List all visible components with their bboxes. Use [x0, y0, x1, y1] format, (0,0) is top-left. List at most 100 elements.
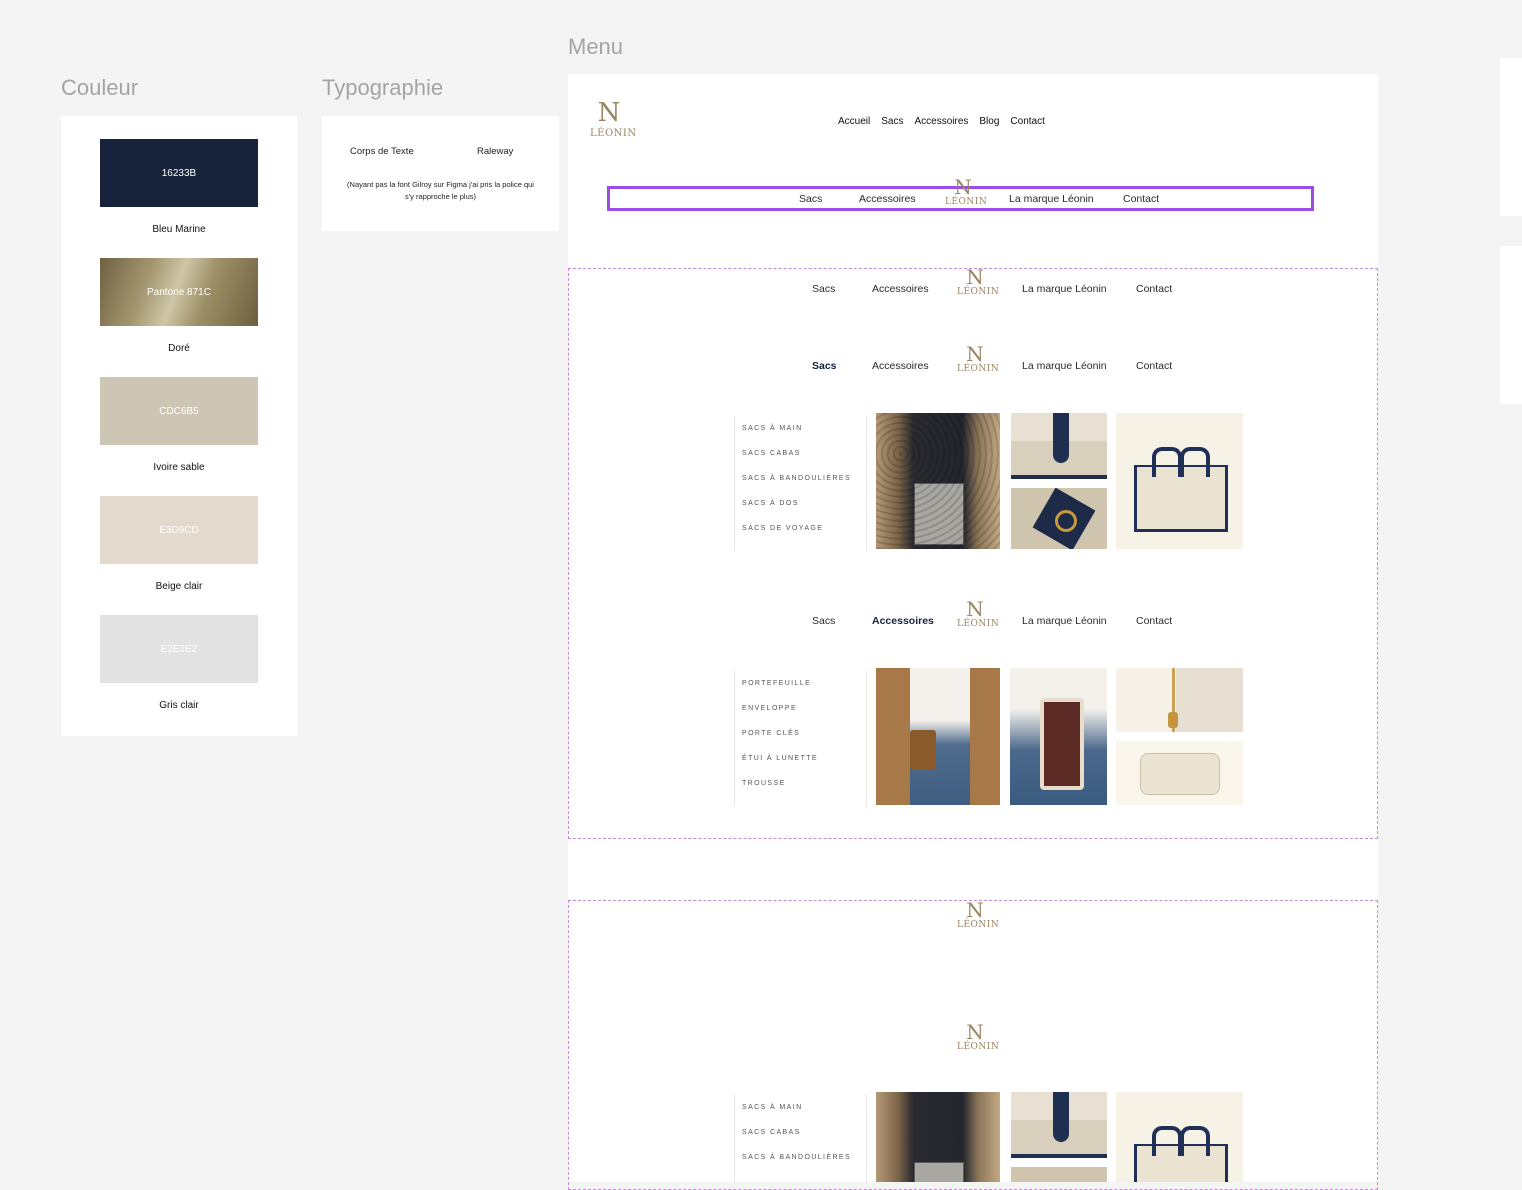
category-link[interactable]: SACS À MAIN [742, 425, 803, 432]
nav-contact[interactable]: Contact [1136, 615, 1172, 627]
logo-mark: N [597, 98, 621, 128]
swatch-code: Pantone 871C [147, 286, 211, 298]
divider [734, 416, 735, 551]
logo: N LÉONIN [957, 597, 1000, 629]
category-link[interactable]: SACS CABAS [742, 450, 801, 457]
divider [734, 671, 735, 806]
logo-word: LÉONIN [957, 920, 1000, 930]
nav-item-accueil[interactable]: Accueil [838, 116, 870, 127]
swatch-bleu-marine[interactable]: 16233B [100, 139, 258, 207]
swatch-beige-clair[interactable]: E3D9CD [100, 496, 258, 564]
logo: N LÉONIN [945, 175, 988, 207]
category-link[interactable]: SACS À BANDOULIÈRES [742, 1154, 851, 1161]
nav-la-marque[interactable]: La marque Léonin [1022, 283, 1107, 295]
accessory-photo-pouch [1116, 741, 1243, 805]
logo-mark: N [966, 342, 984, 366]
nav-accessoires-active[interactable]: Accessoires [872, 615, 934, 627]
menu-artboard[interactable]: N LÉONIN Accueil Sacs Accessoires Blog C… [568, 74, 1378, 1190]
swatch-code: E3D9CD [159, 524, 199, 536]
nav-sacs[interactable]: Sacs [812, 615, 835, 627]
logo-word: LÉONIN [957, 619, 1000, 629]
nav-sacs[interactable]: Sacs [799, 193, 822, 205]
swatch-gris-clair[interactable]: E2E2E2 [100, 615, 258, 683]
category-link[interactable]: PORTE CLÉS [742, 730, 800, 737]
nav-item-blog[interactable]: Blog [979, 116, 999, 127]
swatch-code: E2E2E2 [160, 643, 198, 655]
swatch-name: Gris clair [159, 700, 199, 711]
logo: N LÉONIN [957, 342, 1000, 374]
logo-word: LÉONIN [957, 1042, 1000, 1052]
section-title-couleur: Couleur [61, 75, 139, 100]
nav-sacs-active[interactable]: Sacs [812, 360, 837, 372]
nav-contact[interactable]: Contact [1136, 360, 1172, 372]
logo-mark: N [954, 175, 972, 199]
divider [866, 416, 867, 551]
logo-mark: N [966, 898, 984, 922]
typography-note: (Nayant pas la font Gilroy sur Figma j'a… [347, 180, 534, 201]
typography-font: Raleway [477, 146, 514, 157]
bag-photo-detail-handle [1011, 413, 1107, 479]
category-link[interactable]: ÉTUI À LUNETTE [742, 755, 818, 762]
logo: N LÉONIN [957, 898, 1000, 930]
bag-photo-tote [1116, 1092, 1243, 1182]
section-title-typographie: Typographie [322, 75, 444, 100]
category-link[interactable]: SACS À MAIN [742, 1104, 803, 1111]
offscreen-panel[interactable] [1500, 246, 1522, 404]
section-title-menu: Menu [568, 34, 624, 59]
swatch-code: CDC6B5 [159, 405, 199, 417]
divider [734, 1094, 735, 1184]
logo-word: LÉONIN [957, 364, 1000, 374]
category-link[interactable]: SACS CABAS [742, 1129, 801, 1136]
nav-accessoires[interactable]: Accessoires [872, 283, 929, 295]
logo-mark: N [966, 597, 984, 621]
divider [866, 1094, 867, 1184]
nav-contact[interactable]: Contact [1136, 283, 1172, 295]
offscreen-panel[interactable] [1500, 58, 1522, 216]
logo-word: LÉONIN [957, 287, 1000, 297]
bag-photo-detail-clasp [1011, 1167, 1107, 1182]
nav-item-sacs[interactable]: Sacs [881, 116, 903, 127]
category-link[interactable]: TROUSSE [742, 780, 786, 787]
bag-photo-detail-clasp [1011, 488, 1107, 549]
typography-panel[interactable]: Corps de Texte Raleway (Nayant pas la fo… [322, 116, 559, 231]
category-link[interactable]: PORTEFEUILLE [742, 680, 811, 687]
nav-contact[interactable]: Contact [1123, 193, 1159, 205]
divider [866, 671, 867, 806]
nav-accessoires[interactable]: Accessoires [872, 360, 929, 372]
logo: N LÉONIN [957, 265, 1000, 297]
swatch-code: 16233B [161, 167, 197, 179]
nav-item-accessoires[interactable]: Accessoires [914, 116, 968, 127]
nav-accessoires[interactable]: Accessoires [859, 193, 916, 205]
top-nav: Accueil Sacs Accessoires Blog Contact [838, 116, 1045, 127]
bag-photo-model [876, 413, 1000, 549]
swatch-ivoire-sable[interactable]: CDC6B5 [100, 377, 258, 445]
nav-la-marque[interactable]: La marque Léonin [1009, 193, 1094, 205]
swatch-name: Ivoire sable [153, 462, 205, 473]
swatch-name: Bleu Marine [152, 224, 206, 235]
logo-word: LÉONIN [945, 197, 988, 207]
category-link[interactable]: SACS À BANDOULIÈRES [742, 475, 851, 482]
accessory-photo-wallet-hand [876, 668, 1000, 805]
logo: N LÉONIN [590, 98, 637, 139]
logo: N LÉONIN [957, 1020, 1000, 1052]
category-link[interactable]: SACS À DOS [742, 500, 799, 507]
swatch-dore[interactable]: Pantone 871C [100, 258, 258, 326]
logo-mark: N [966, 265, 984, 289]
nav-item-contact[interactable]: Contact [1010, 116, 1044, 127]
accessory-photo-open-wallet [1010, 668, 1107, 805]
nav-la-marque[interactable]: La marque Léonin [1022, 615, 1107, 627]
nav-la-marque[interactable]: La marque Léonin [1022, 360, 1107, 372]
logo-mark: N [966, 1020, 984, 1044]
color-palette-panel[interactable]: 16233B Bleu Marine Pantone 871C Doré CDC… [61, 116, 297, 736]
category-link[interactable]: SACS DE VOYAGE [742, 525, 823, 532]
bag-photo-model [876, 1092, 1000, 1182]
swatch-name: Beige clair [155, 581, 203, 592]
nav-sacs[interactable]: Sacs [812, 283, 835, 295]
typography-label: Corps de Texte [350, 146, 414, 157]
accessory-photo-zipper [1116, 668, 1243, 732]
logo-word: LÉONIN [590, 128, 637, 139]
swatch-name: Doré [168, 343, 190, 354]
bag-photo-tote [1116, 413, 1243, 549]
bag-photo-detail-handle [1011, 1092, 1107, 1158]
category-link[interactable]: ENVELOPPE [742, 705, 797, 712]
